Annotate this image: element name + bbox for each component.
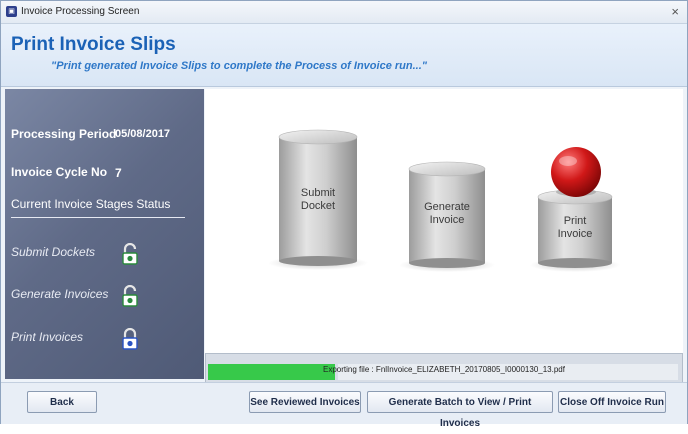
cylinder-label-line: Print bbox=[563, 215, 587, 227]
app-icon: ▣ bbox=[6, 6, 17, 17]
cylinder-label-line: Invoice bbox=[429, 214, 465, 226]
unlocked-padlock-icon bbox=[122, 285, 138, 307]
stage-print-invoices: Print Invoices bbox=[11, 330, 84, 344]
cylinder-label-generate-invoice: Generate Invoice bbox=[409, 201, 485, 227]
action-bar: Back See Reviewed Invoices Generate Batc… bbox=[1, 382, 687, 429]
processing-period-value: 05/08/2017 bbox=[115, 128, 171, 140]
cylinder-label-line: Invoice bbox=[557, 228, 593, 240]
invoice-cycle-value: 7 bbox=[115, 166, 122, 180]
status-sidebar: Processing Period 05/08/2017 Invoice Cyc… bbox=[5, 89, 204, 379]
window-title: Invoice Processing Screen bbox=[21, 6, 140, 17]
title-bar: ▣ Invoice Processing Screen × bbox=[1, 1, 687, 24]
invoice-cycle-label: Invoice Cycle No bbox=[11, 165, 108, 179]
red-ball-indicator bbox=[551, 147, 601, 197]
stage-diagram-panel: Submit Docket Generate Invoice Print Inv… bbox=[205, 89, 683, 353]
close-icon[interactable]: × bbox=[671, 4, 679, 19]
export-progress-panel: Exporting file : FnlInvoice_ELIZABETH_20… bbox=[205, 353, 683, 383]
stage-generate-invoices: Generate Invoices bbox=[11, 287, 109, 301]
see-reviewed-invoices-button[interactable]: See Reviewed Invoices bbox=[249, 391, 361, 413]
back-button[interactable]: Back bbox=[27, 391, 97, 413]
unlocked-padlock-icon bbox=[122, 243, 138, 265]
invoice-processing-window: ▣ Invoice Processing Screen × Print Invo… bbox=[0, 0, 688, 429]
cylinder-label-line: Generate bbox=[424, 201, 470, 213]
cylinder-label-submit-docket: Submit Docket bbox=[279, 187, 357, 213]
sidebar-divider bbox=[11, 217, 185, 218]
cylinder-label-print-invoice: Print Invoice bbox=[538, 215, 612, 241]
stage-submit-dockets: Submit Dockets bbox=[11, 245, 96, 259]
cylinder-label-line: Docket bbox=[300, 200, 336, 212]
stages-status-heading: Current Invoice Stages Status bbox=[11, 197, 171, 211]
cylinder-label-line: Submit bbox=[300, 187, 336, 199]
processing-period-label: Processing Period bbox=[11, 127, 117, 141]
close-off-invoice-run-button[interactable]: Close Off Invoice Run bbox=[558, 391, 666, 413]
export-status-text: Exporting file : FnlInvoice_ELIZABETH_20… bbox=[323, 365, 565, 374]
page-subtitle: "Print generated Invoice Slips to comple… bbox=[51, 60, 427, 72]
page-header: Print Invoice Slips "Print generated Inv… bbox=[1, 24, 687, 87]
locked-padlock-icon bbox=[122, 328, 138, 350]
page-title: Print Invoice Slips bbox=[11, 34, 176, 55]
generate-batch-button[interactable]: Generate Batch to View / Print Invoices bbox=[367, 391, 553, 429]
